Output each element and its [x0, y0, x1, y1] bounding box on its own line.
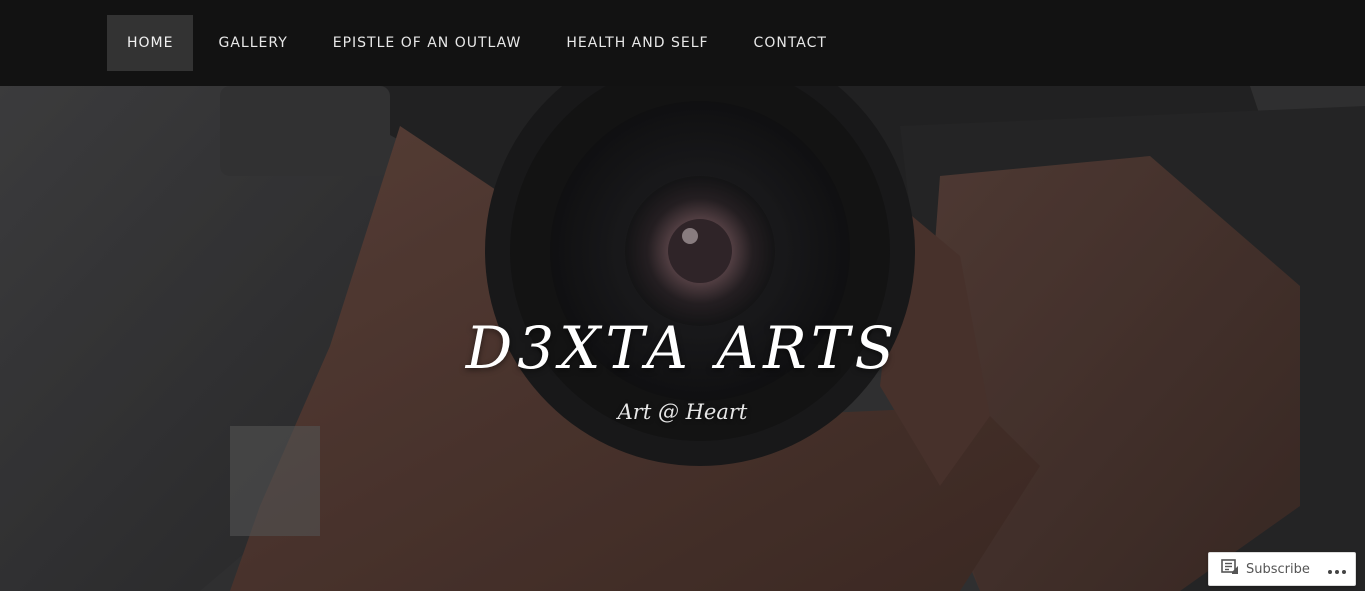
- nav-item-epistle-of-an-outlaw[interactable]: EPISTLE OF AN OUTLAW: [313, 15, 542, 71]
- more-options-button[interactable]: [1322, 553, 1352, 585]
- subscribe-button[interactable]: Subscribe: [1209, 553, 1320, 585]
- reader-icon: [1221, 559, 1239, 579]
- subscribe-bar: Subscribe: [1208, 552, 1356, 586]
- header-hero: D3XTA ARTS Art @ Heart: [0, 86, 1365, 591]
- site-tagline: Art @ Heart: [617, 400, 748, 424]
- nav-menu: HOME GALLERY EPISTLE OF AN OUTLAW HEALTH…: [107, 15, 852, 71]
- subscribe-label: Subscribe: [1246, 561, 1310, 577]
- nav-item-contact[interactable]: CONTACT: [734, 15, 847, 71]
- ellipsis-icon: [1327, 560, 1347, 579]
- top-navigation: HOME GALLERY EPISTLE OF AN OUTLAW HEALTH…: [0, 0, 1365, 86]
- nav-item-home[interactable]: HOME: [107, 15, 194, 71]
- nav-item-gallery[interactable]: GALLERY: [198, 15, 307, 71]
- site-title[interactable]: D3XTA ARTS: [0, 314, 1365, 382]
- nav-item-health-and-self[interactable]: HEALTH AND SELF: [546, 15, 728, 71]
